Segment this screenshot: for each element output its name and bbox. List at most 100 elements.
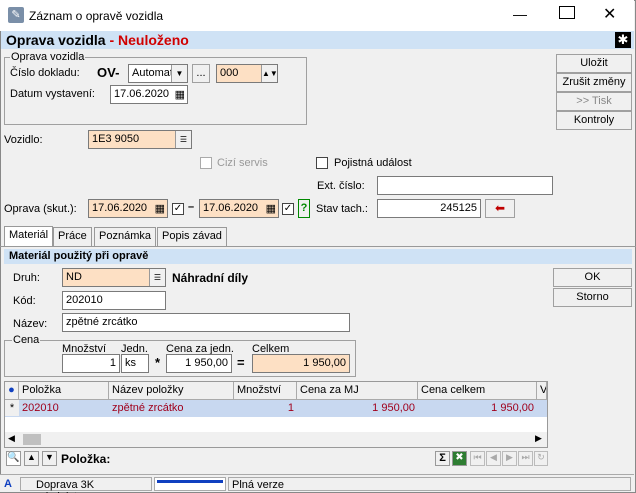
quantity-field[interactable]: 1 bbox=[62, 354, 120, 373]
repair-period-label: Oprava (skut.): bbox=[4, 203, 77, 215]
status-letter: A bbox=[4, 478, 12, 490]
status-user: Doprava 3K administr bbox=[20, 477, 152, 493]
controls-button[interactable]: Kontroly bbox=[556, 111, 632, 130]
range-dash: – bbox=[188, 201, 195, 213]
window-title: Záznam o opravě vozidla bbox=[29, 9, 164, 23]
save-button[interactable]: Uložit bbox=[556, 54, 632, 73]
cancel-changes-button[interactable]: Zrušit změny bbox=[556, 73, 632, 92]
scroll-thumb[interactable] bbox=[23, 434, 41, 445]
excel-icon[interactable]: ✖ bbox=[452, 451, 467, 466]
chevron-down-icon: ▼ bbox=[171, 65, 187, 82]
bottom-toolbar: 🔍 ▲ ▼ Položka: Σ ✖ ⏮ ◀ ▶ ⏭ ↻ bbox=[4, 451, 548, 468]
tab-material[interactable]: Materiál bbox=[4, 226, 54, 247]
cell-code: 202010 bbox=[22, 402, 59, 414]
minimize-icon[interactable]: — bbox=[510, 6, 530, 22]
status-bar: A Doprava 3K administr Plná verze bbox=[0, 474, 634, 493]
settings-icon[interactable]: ✱ bbox=[615, 32, 631, 48]
col-header-item[interactable]: Položka bbox=[19, 382, 109, 400]
items-grid: ● Položka Název položky Množství Cena za… bbox=[4, 381, 548, 448]
progress-line bbox=[157, 480, 223, 483]
scroll-left-icon[interactable]: ◀ bbox=[8, 433, 15, 444]
repair-to-checkbox[interactable]: ✓ bbox=[282, 203, 294, 215]
calendar-icon[interactable]: ▦ bbox=[155, 202, 165, 215]
repair-group-legend: Oprava vozidla bbox=[10, 51, 86, 63]
doc-browse-button[interactable]: ... bbox=[192, 64, 210, 83]
next-record-icon[interactable]: ▶ bbox=[502, 451, 517, 466]
table-row[interactable]: * 202010 zpětné zrcátko 1 1 950,00 1 950… bbox=[5, 400, 547, 417]
save-state: - Neuloženo bbox=[109, 32, 189, 48]
close-icon[interactable]: ✕ bbox=[603, 4, 616, 24]
ext-number-field[interactable] bbox=[377, 176, 553, 195]
move-down-icon[interactable]: ▼ bbox=[42, 451, 57, 466]
ok-button[interactable]: OK bbox=[553, 268, 632, 287]
tab-divider bbox=[0, 246, 636, 247]
search-icon[interactable]: 🔍 bbox=[6, 451, 21, 466]
repair-to-field[interactable]: 17.06.2020 ▦ bbox=[199, 199, 279, 218]
material-title: Materiál použitý při opravě bbox=[9, 250, 149, 262]
kind-field[interactable]: ND ☰ bbox=[62, 268, 166, 287]
foreign-service-label: Cizí servis bbox=[217, 157, 268, 169]
doc-mode-value: Automat bbox=[132, 67, 173, 79]
ext-number-label: Ext. číslo: bbox=[317, 180, 365, 192]
list-icon[interactable]: ☰ bbox=[149, 269, 165, 286]
tab-note[interactable]: Poznámka bbox=[94, 227, 156, 246]
move-up-icon[interactable]: ▲ bbox=[24, 451, 39, 466]
scroll-right-icon[interactable]: ▶ bbox=[535, 433, 542, 444]
unit-price-field[interactable]: 1 950,00 bbox=[166, 354, 232, 373]
first-record-icon[interactable]: ⏮ bbox=[470, 451, 485, 466]
refresh-icon[interactable]: ↻ bbox=[534, 451, 548, 466]
odometer-field[interactable]: 245125 bbox=[377, 199, 481, 218]
storno-button[interactable]: Storno bbox=[553, 288, 632, 307]
repair-from-checkbox[interactable]: ✓ bbox=[172, 203, 184, 215]
tab-work[interactable]: Práce bbox=[53, 227, 92, 246]
foreign-service-checkbox[interactable] bbox=[200, 157, 212, 169]
last-record-icon[interactable]: ⏭ bbox=[518, 451, 533, 466]
vehicle-label: Vozidlo: bbox=[4, 134, 43, 146]
row-marker: * bbox=[5, 400, 19, 416]
doc-mode-select[interactable]: Automat ▼ bbox=[128, 64, 188, 83]
code-label: Kód: bbox=[13, 295, 36, 307]
title-bar: ✎ Záznam o opravě vozidla — ✕ bbox=[0, 0, 634, 31]
cell-unit-price: 1 950,00 bbox=[372, 402, 415, 414]
repair-from-field[interactable]: 17.06.2020 ▦ bbox=[88, 199, 168, 218]
help-button[interactable]: ? bbox=[298, 199, 310, 218]
status-version: Plná verze bbox=[228, 477, 631, 491]
horizontal-scrollbar[interactable]: ◀ ▶ bbox=[5, 432, 547, 447]
vehicle-field[interactable]: 1E3 9050 ☰ bbox=[88, 130, 192, 149]
sum-icon[interactable]: Σ bbox=[435, 451, 450, 466]
calendar-icon[interactable]: ▦ bbox=[175, 88, 185, 101]
col-header-v[interactable]: V bbox=[537, 382, 547, 400]
status-progress bbox=[154, 477, 226, 491]
price-legend: Cena bbox=[12, 334, 41, 346]
spin-icon[interactable]: ▲▼ bbox=[261, 65, 277, 82]
cell-quantity: 1 bbox=[287, 402, 294, 414]
code-field[interactable]: 202010 bbox=[62, 291, 166, 310]
calendar-icon[interactable]: ▦ bbox=[266, 202, 276, 215]
maximize-icon[interactable] bbox=[559, 6, 575, 19]
header-bar: Oprava vozidla - Neuloženo ✱ bbox=[1, 31, 634, 49]
print-button[interactable]: >> Tisk bbox=[556, 92, 632, 111]
col-header-unit-price[interactable]: Cena za MJ bbox=[297, 382, 418, 400]
kind-label: Druh: bbox=[13, 272, 40, 284]
col-header-total[interactable]: Cena celkem bbox=[418, 382, 537, 400]
grid-indicator-header: ● bbox=[5, 382, 19, 400]
col-header-item-name[interactable]: Název položky bbox=[109, 382, 234, 400]
tab-defects[interactable]: Popis závad bbox=[157, 227, 227, 246]
issue-date-field[interactable]: 17.06.2020 ▦ bbox=[110, 85, 188, 104]
page-title: Oprava vozidla bbox=[6, 32, 106, 48]
prev-record-icon[interactable]: ◀ bbox=[486, 451, 501, 466]
doc-number-field[interactable]: 000 ▲▼ bbox=[216, 64, 278, 83]
total-field[interactable]: 1 950,00 bbox=[252, 354, 350, 373]
col-header-quantity[interactable]: Množství bbox=[234, 382, 297, 400]
list-icon[interactable]: ☰ bbox=[175, 131, 191, 148]
doc-number-label: Číslo dokladu: bbox=[10, 67, 80, 79]
insurance-checkbox[interactable] bbox=[316, 157, 328, 169]
odometer-fetch-button[interactable]: ⬅ bbox=[485, 199, 515, 218]
name-field[interactable]: zpětné zrcátko bbox=[62, 313, 350, 332]
issue-date-label: Datum vystavení: bbox=[10, 88, 95, 100]
doc-prefix: OV- bbox=[97, 65, 120, 80]
kind-description: Náhradní díly bbox=[172, 271, 249, 285]
unit-field[interactable]: ks bbox=[121, 354, 149, 373]
equals-sign: = bbox=[237, 355, 245, 370]
insurance-label: Pojistná událost bbox=[334, 157, 412, 169]
